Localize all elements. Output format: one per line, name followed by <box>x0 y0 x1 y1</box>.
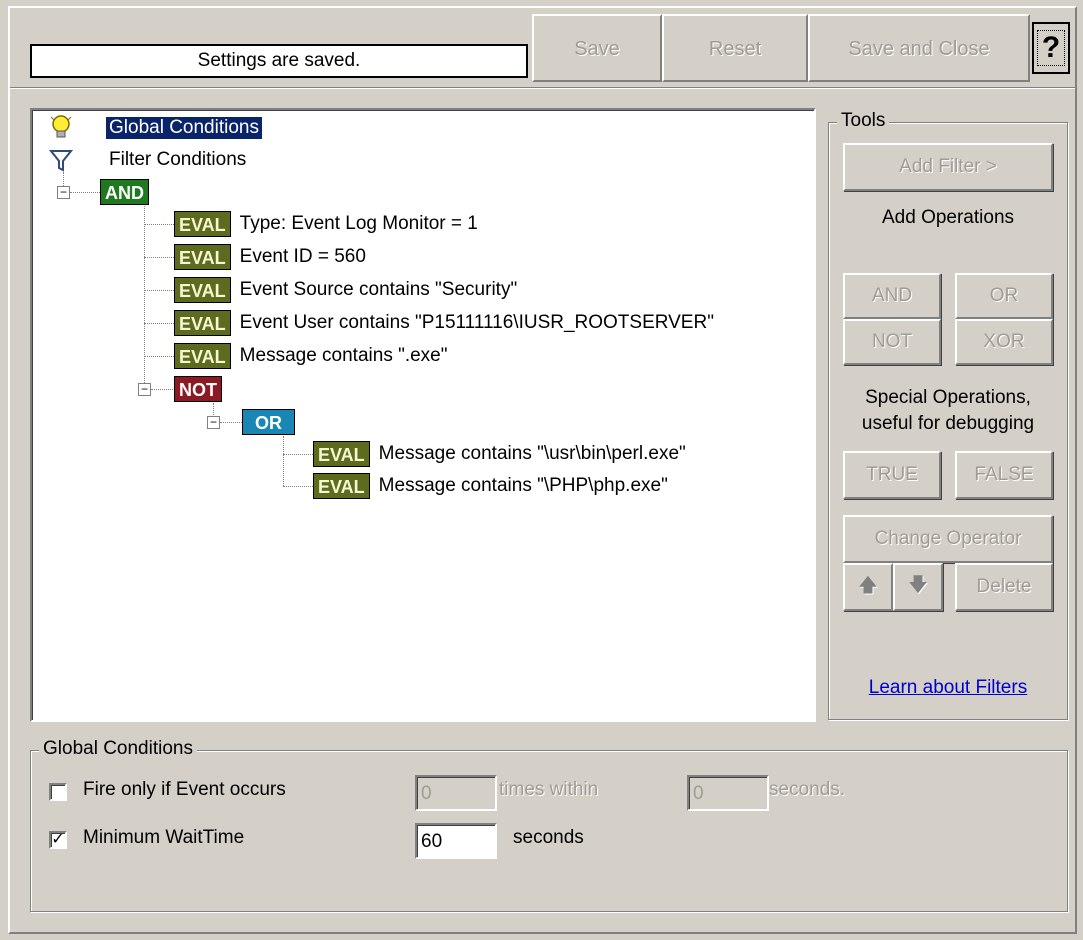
or-operator-tag: OR <box>242 409 295 435</box>
tree-node-eval[interactable]: EVAL Event User contains "P15111116\IUSR… <box>174 309 717 337</box>
tree-connector <box>283 486 313 487</box>
tree-node-eval[interactable]: EVAL Event Source contains "Security" <box>174 276 520 304</box>
minimum-waittime-checkbox[interactable]: ✓ <box>49 831 67 849</box>
eval-tag: EVAL <box>313 473 370 499</box>
condition-text: Event User contains "P15111116\IUSR_ROOT… <box>239 312 714 333</box>
filter-tree[interactable]: − − − Global Conditions Filter Condition… <box>30 108 816 722</box>
global-conditions-group: Global Conditions Fire only if Event occ… <box>30 738 1068 912</box>
arrow-up-icon: 🡅 <box>858 575 878 596</box>
tree-node-eval[interactable]: EVAL Event ID = 560 <box>174 243 369 271</box>
eval-tag: EVAL <box>174 277 231 303</box>
condition-text: Message contains ".exe" <box>239 345 448 366</box>
xor-button[interactable]: XOR <box>955 319 1053 365</box>
tree-connector <box>144 356 174 357</box>
tree-connector <box>151 389 175 390</box>
delete-button[interactable]: Delete <box>955 563 1053 611</box>
tree-connector <box>283 436 284 486</box>
tools-group: Tools Add Filter > Add Operations AND OR… <box>828 110 1068 720</box>
tree-node-eval[interactable]: EVAL Message contains ".exe" <box>174 342 451 370</box>
tree-node-not[interactable]: NOT <box>174 375 228 403</box>
eval-tag: EVAL <box>174 244 231 270</box>
tree-connector <box>144 323 174 324</box>
or-button[interactable]: OR <box>955 273 1053 319</box>
add-filter-button[interactable]: Add Filter > <box>843 143 1053 191</box>
condition-text: Event ID = 560 <box>239 246 366 267</box>
checkmark-icon: ✓ <box>51 831 65 848</box>
tree-connector <box>220 422 242 423</box>
arrow-down-icon: 🡇 <box>908 575 928 596</box>
global-conditions-label: Global Conditions <box>106 117 262 139</box>
toolbar-separator <box>10 87 1075 89</box>
minimum-waittime-input[interactable]: 60 <box>415 823 497 859</box>
fire-seconds-input[interactable]: 0 <box>687 775 769 811</box>
collapse-or-toggle[interactable]: − <box>207 416 220 429</box>
seconds-label: seconds <box>513 827 584 848</box>
move-down-button[interactable]: 🡇 <box>893 563 943 611</box>
minimum-waittime-label: Minimum WaitTime <box>83 827 245 848</box>
filter-conditions-label: Filter Conditions <box>109 149 247 170</box>
help-icon: ? <box>1036 30 1066 66</box>
condition-text: Message contains "\usr\bin\perl.exe" <box>378 443 686 464</box>
save-button[interactable]: Save <box>532 14 662 82</box>
move-up-button[interactable]: 🡅 <box>843 563 893 611</box>
tree-connector <box>144 224 174 225</box>
times-within-label: times within <box>499 779 599 800</box>
tree-connector <box>70 192 100 193</box>
seconds-label: seconds. <box>769 779 846 800</box>
tree-connector <box>63 172 64 186</box>
tree-node-eval[interactable]: EVAL Type: Event Log Monitor = 1 <box>174 210 481 238</box>
change-operator-button[interactable]: Change Operator <box>843 515 1053 563</box>
tree-connector <box>144 257 174 258</box>
save-and-close-button[interactable]: Save and Close <box>808 14 1030 82</box>
reset-button[interactable]: Reset <box>662 14 808 82</box>
tree-node-eval[interactable]: EVAL Message contains "\usr\bin\perl.exe… <box>313 440 689 468</box>
lightbulb-icon <box>50 115 72 138</box>
eval-tag: EVAL <box>174 310 231 336</box>
tree-connector <box>283 454 313 455</box>
status-message: Settings are saved. <box>30 44 528 78</box>
add-operations-label: Add Operations <box>881 207 1015 228</box>
tree-node-eval[interactable]: EVAL Message contains "\PHP\php.exe" <box>313 472 671 500</box>
collapse-not-toggle[interactable]: − <box>138 383 151 396</box>
tools-title: Tools <box>837 110 890 132</box>
and-operator-tag: AND <box>100 179 149 205</box>
help-button[interactable]: ? <box>1032 22 1070 74</box>
fire-count-input[interactable]: 0 <box>415 775 497 811</box>
toolbar: Settings are saved. Save Reset Save and … <box>10 8 1075 86</box>
global-conditions-title: Global Conditions <box>39 738 197 760</box>
eval-tag: EVAL <box>313 441 370 467</box>
special-operations-label-line1: Special Operations, <box>865 387 1031 408</box>
eval-tag: EVAL <box>174 211 231 237</box>
tree-item-filter-conditions[interactable]: Filter Conditions <box>48 146 249 174</box>
tree-item-global-conditions[interactable]: Global Conditions <box>48 114 262 142</box>
fire-only-checkbox[interactable] <box>49 783 67 801</box>
tree-node-and[interactable]: AND <box>100 178 155 206</box>
tree-connector <box>144 290 174 291</box>
and-button[interactable]: AND <box>843 273 941 319</box>
eval-tag: EVAL <box>174 343 231 369</box>
condition-text: Message contains "\PHP\php.exe" <box>378 475 668 496</box>
condition-text: Event Source contains "Security" <box>239 279 518 300</box>
filter-funnel-icon <box>48 150 74 172</box>
tree-node-or[interactable]: OR <box>242 408 301 436</box>
filter-editor-window: Settings are saved. Save Reset Save and … <box>8 6 1077 934</box>
not-operator-tag: NOT <box>174 376 222 402</box>
true-button[interactable]: TRUE <box>843 451 941 499</box>
learn-about-filters-link[interactable]: Learn about Filters <box>829 677 1067 699</box>
special-operations-label-line2: useful for debugging <box>861 413 1035 434</box>
condition-text: Type: Event Log Monitor = 1 <box>239 213 478 234</box>
fire-only-label: Fire only if Event occurs <box>83 779 286 800</box>
tree-connector <box>144 206 145 389</box>
collapse-and-toggle[interactable]: − <box>57 186 70 199</box>
false-button[interactable]: FALSE <box>955 451 1053 499</box>
not-button[interactable]: NOT <box>843 319 941 365</box>
